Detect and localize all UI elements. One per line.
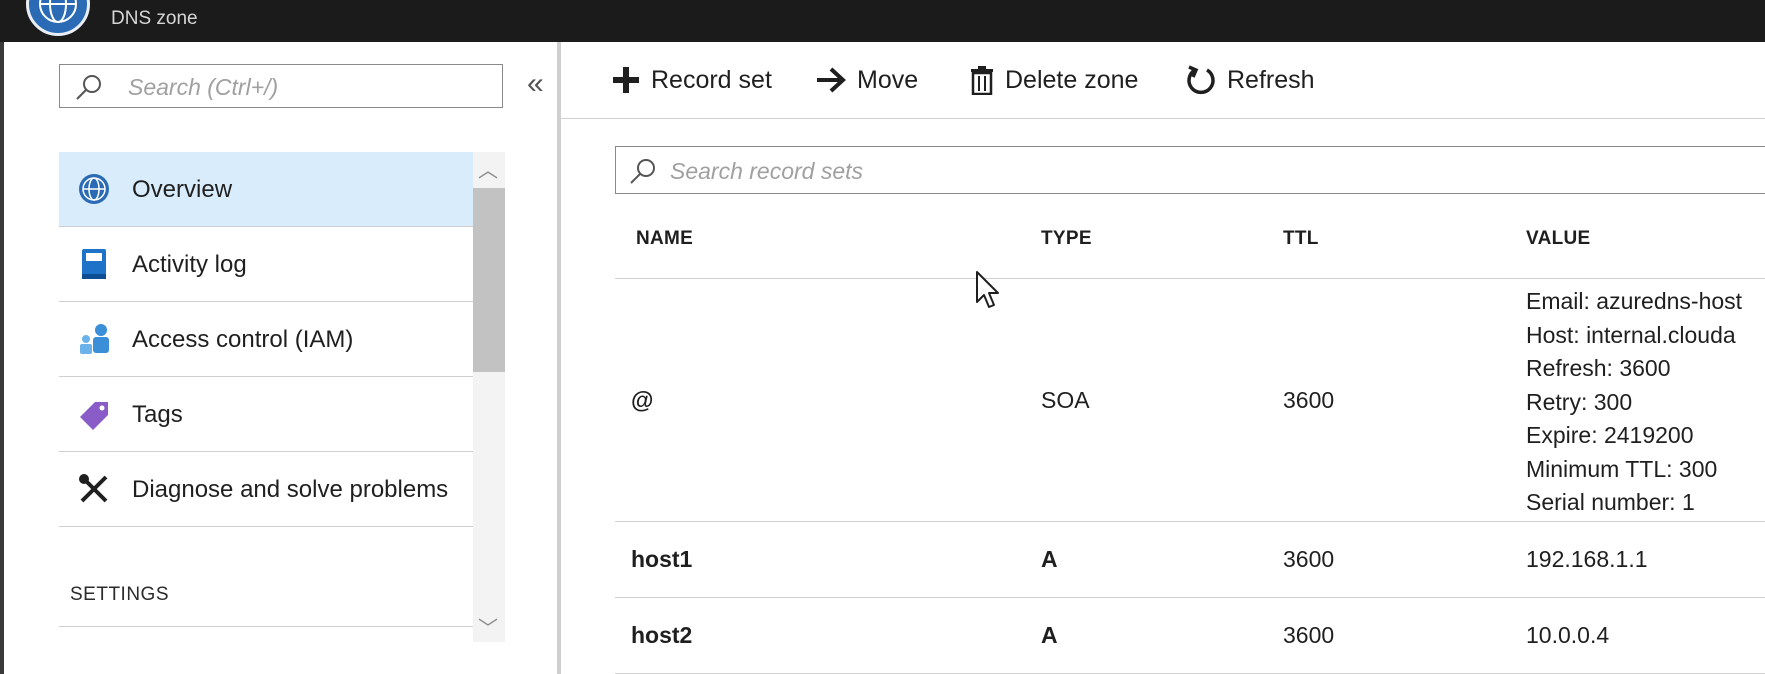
soa-retry: Retry: 300 [1526, 388, 1633, 415]
record-set-label: Record set [651, 65, 772, 94]
table-row[interactable]: host1 A 3600 192.168.1.1 [615, 521, 1765, 598]
delete-zone-label: Delete zone [1005, 65, 1139, 94]
soa-refresh: Refresh: 3600 [1526, 355, 1671, 381]
menu-scrollbar-thumb[interactable] [473, 188, 505, 372]
column-header-value[interactable]: VALUE [1526, 228, 1590, 250]
book-icon [77, 247, 111, 281]
refresh-button[interactable]: Refresh [1185, 58, 1315, 102]
move-button[interactable]: Move [815, 58, 918, 102]
panel-divider [557, 42, 561, 674]
users-icon [77, 322, 111, 356]
column-header-name[interactable]: NAME [636, 228, 693, 250]
sidebar-item-label: Access control (IAM) [132, 326, 354, 353]
scroll-up-chevron-icon[interactable]: ︿ [478, 154, 498, 183]
sidebar-item-activity-log[interactable]: Activity log [59, 227, 473, 302]
menu-search-input[interactable]: Search (Ctrl+/) [59, 64, 503, 108]
record-value: 10.0.0.4 [1526, 622, 1610, 648]
scroll-down-chevron-icon[interactable]: ﹀ [478, 612, 498, 641]
soa-minimum-ttl: Minimum TTL: 300 [1526, 455, 1718, 482]
window-left-edge [0, 42, 4, 674]
menu-search-placeholder: Search (Ctrl+/) [128, 74, 279, 100]
arrow-right-icon [817, 67, 846, 93]
section-divider [59, 626, 473, 627]
table-row[interactable]: host2 A 3600 10.0.0.4 [615, 597, 1765, 674]
record-name: @ [631, 387, 654, 413]
record-sets-search-placeholder: Search record sets [670, 158, 864, 184]
record-sets-table-header: NAME TYPE TTL VALUE [615, 210, 1765, 279]
soa-expire: Expire: 2419200 [1526, 422, 1694, 448]
sidebar-item-label: Tags [132, 401, 183, 428]
sidebar-item-label: Diagnose and solve problems [132, 476, 449, 503]
toolbar-divider [561, 118, 1765, 119]
sidebar-item-label: Activity log [132, 251, 247, 278]
mouse-pointer-icon [975, 270, 1001, 315]
record-type: A [1041, 546, 1058, 572]
column-header-ttl[interactable]: TTL [1283, 228, 1319, 250]
add-record-set-button[interactable]: Record set [611, 58, 772, 102]
record-ttl: 3600 [1283, 387, 1335, 413]
top-header: DNS zone [0, 0, 1765, 42]
collapse-menu-button[interactable]: « [527, 66, 544, 102]
trash-icon [971, 66, 993, 95]
tag-icon [77, 397, 111, 431]
sidebar-item-tags[interactable]: Tags [59, 377, 473, 452]
delete-zone-button[interactable]: Delete zone [969, 58, 1138, 102]
record-ttl: 3600 [1283, 622, 1335, 648]
resource-type-subtitle: DNS zone [111, 8, 198, 29]
tools-icon [77, 472, 111, 506]
sidebar-item-overview[interactable]: Overview [59, 152, 473, 227]
record-type: A [1041, 622, 1058, 648]
record-sets-search-input[interactable]: Search record sets [615, 146, 1765, 194]
record-name: host2 [631, 622, 693, 648]
search-icon [628, 157, 658, 190]
refresh-label: Refresh [1227, 65, 1315, 94]
search-icon [74, 73, 104, 106]
sidebar-item-label: Overview [132, 176, 233, 203]
sidebar-item-diagnose[interactable]: Diagnose and solve problems [59, 452, 473, 527]
refresh-icon [1187, 65, 1215, 95]
move-label: Move [857, 65, 919, 94]
record-name: host1 [631, 546, 693, 572]
record-ttl: 3600 [1283, 546, 1335, 572]
plus-icon [613, 67, 639, 93]
dns-globe-icon [77, 172, 111, 206]
soa-email: Email: azuredns-host [1526, 288, 1743, 314]
table-row[interactable]: @ SOA 3600 Email: azuredns-host Host: in… [615, 279, 1765, 522]
soa-host: Host: internal.clouda [1526, 321, 1736, 348]
dns-zone-logo-icon [26, 0, 90, 36]
record-value: 192.168.1.1 [1526, 546, 1648, 572]
column-header-type[interactable]: TYPE [1041, 228, 1092, 250]
resource-menu: Overview Activity log Access control (IA… [59, 152, 473, 527]
soa-serial-number: Serial number: 1 [1526, 489, 1695, 515]
sidebar-item-access-control[interactable]: Access control (IAM) [59, 302, 473, 377]
settings-section-heading: SETTINGS [70, 584, 170, 605]
record-type: SOA [1041, 387, 1090, 413]
